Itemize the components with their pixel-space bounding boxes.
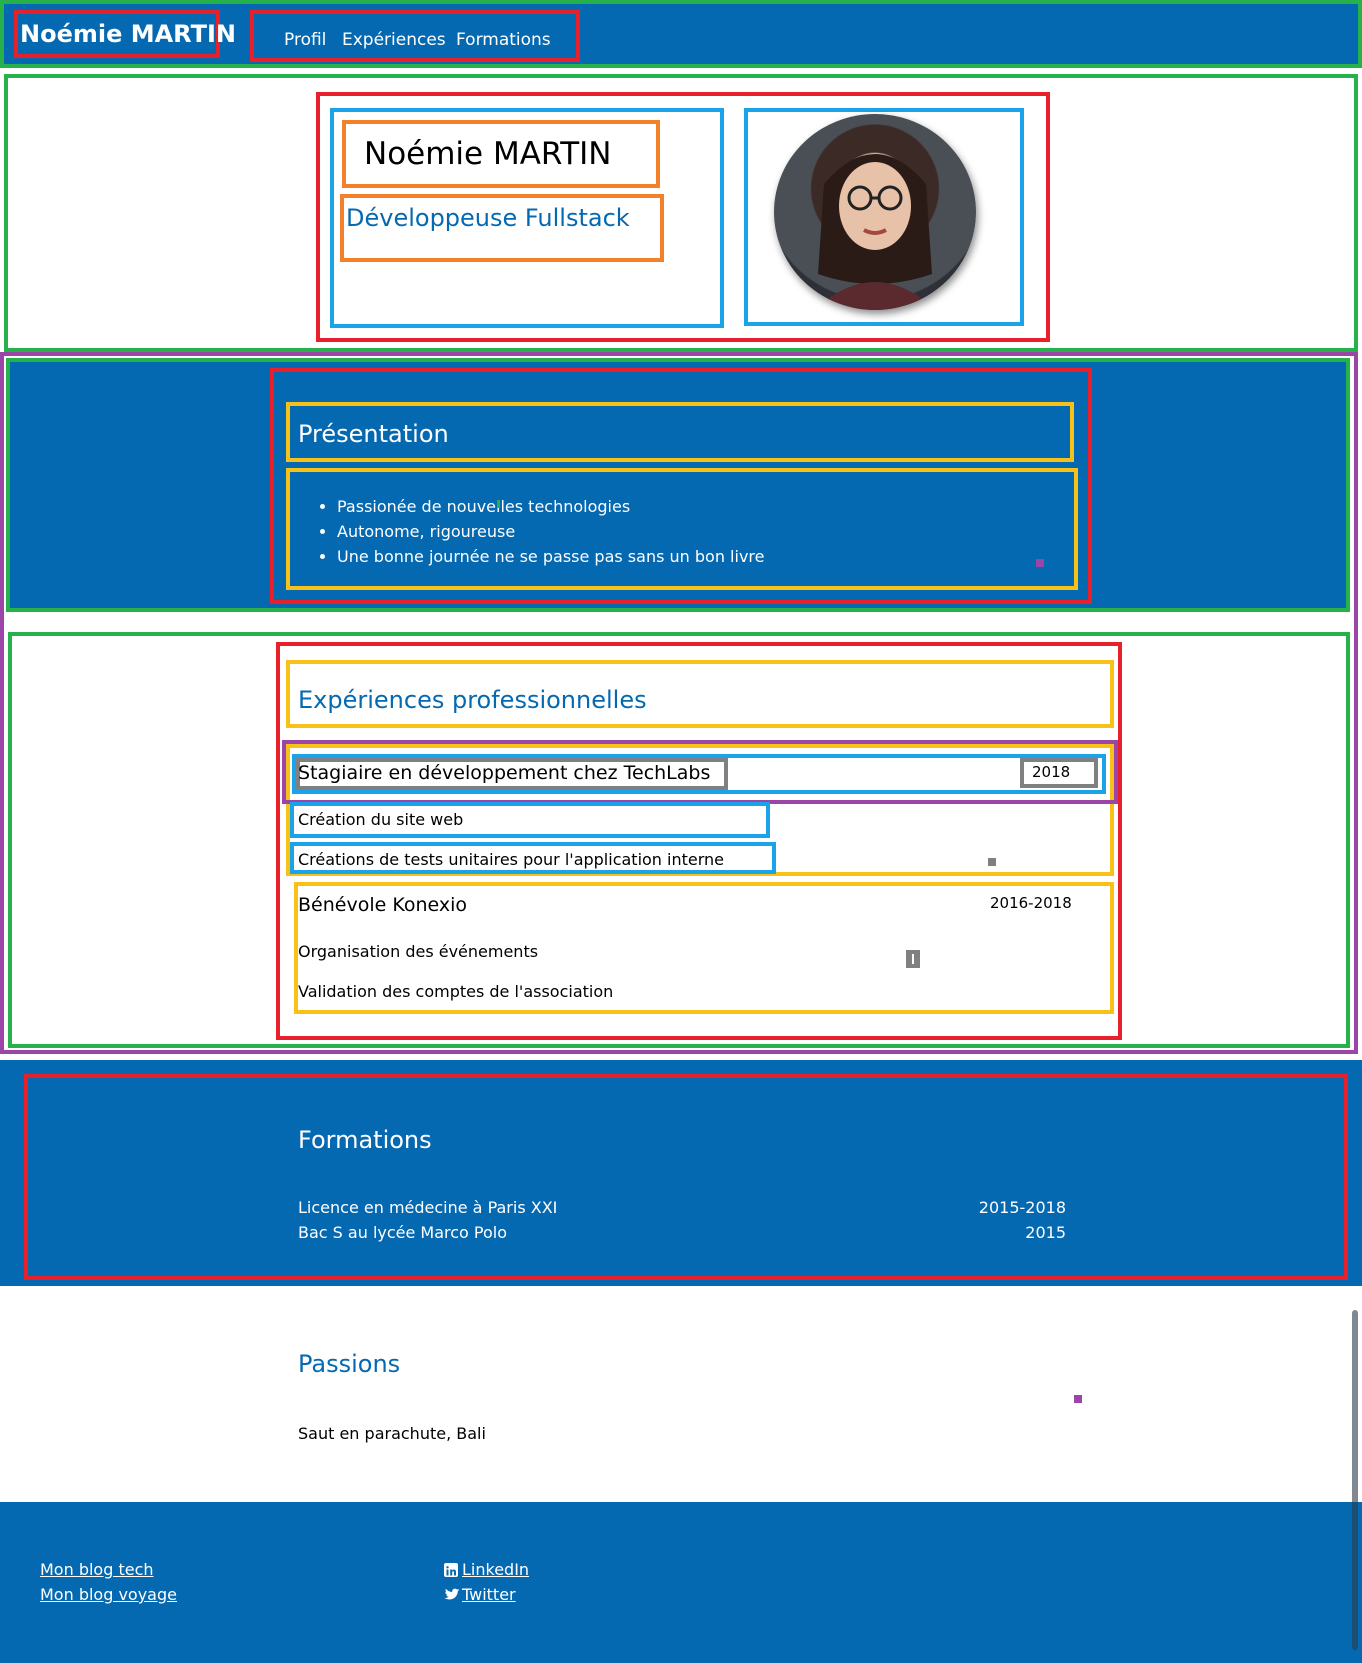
nav-profil[interactable]: Profil (284, 30, 326, 50)
list-item: Une bonne journée ne se passe pas sans u… (337, 544, 1037, 569)
hero-role: Développeuse Fullstack (346, 204, 630, 232)
debug-marker (497, 500, 500, 508)
hero-name: Noémie MARTIN (364, 136, 612, 172)
linkedin-icon (444, 1563, 458, 1577)
text-cursor-icon (906, 950, 920, 968)
debug-marker (1036, 559, 1044, 567)
portrait-illustration (814, 154, 936, 310)
passions-text: Saut en parachute, Bali (298, 1424, 486, 1443)
job-task: Créations de tests unitaires pour l'appl… (298, 850, 725, 869)
experiences-title: Expériences professionnelles (298, 686, 647, 714)
job-date: 2018 (1032, 763, 1071, 781)
navbar-brand[interactable]: Noémie MARTIN (20, 20, 236, 48)
formations-title: Formations (298, 1126, 432, 1154)
scrollbar-thumb[interactable] (1352, 1310, 1358, 1650)
avatar (774, 114, 976, 310)
formation-date: 2015 (1025, 1223, 1066, 1242)
job-task: Validation des comptes de l'association (298, 982, 614, 1001)
presentation-list: Passionée de nouvelles technologies Auto… (337, 494, 1037, 569)
job-task: Organisation des événements (298, 942, 539, 961)
debug-marker (1074, 1395, 1082, 1403)
footer (0, 1502, 1362, 1663)
job-date: 2016-2018 (990, 894, 1072, 912)
job-task: Création du site web (298, 810, 464, 829)
list-item: Autonome, rigoureuse (337, 519, 1037, 544)
job-title: Stagiaire en développement chez TechLabs (298, 762, 711, 784)
debug-marker (988, 858, 996, 866)
formation-date: 2015-2018 (978, 1198, 1066, 1217)
blog-tech-link[interactable]: Mon blog tech (40, 1560, 154, 1579)
linkedin-link[interactable]: LinkedIn (462, 1560, 529, 1579)
formation-label: Licence en médecine à Paris XXI (298, 1198, 558, 1217)
blog-voyage-link[interactable]: Mon blog voyage (40, 1585, 177, 1604)
nav-formations[interactable]: Formations (456, 30, 551, 50)
presentation-title: Présentation (298, 420, 449, 448)
job-title: Bénévole Konexio (298, 894, 468, 916)
list-item: Passionée de nouvelles technologies (337, 494, 1037, 519)
formations-outline (24, 1074, 1348, 1280)
formation-label: Bac S au lycée Marco Polo (298, 1223, 508, 1242)
nav-experiences[interactable]: Expériences (342, 30, 446, 50)
twitter-icon (444, 1587, 460, 1601)
passions-title: Passions (298, 1350, 401, 1378)
twitter-link[interactable]: Twitter (462, 1585, 516, 1604)
